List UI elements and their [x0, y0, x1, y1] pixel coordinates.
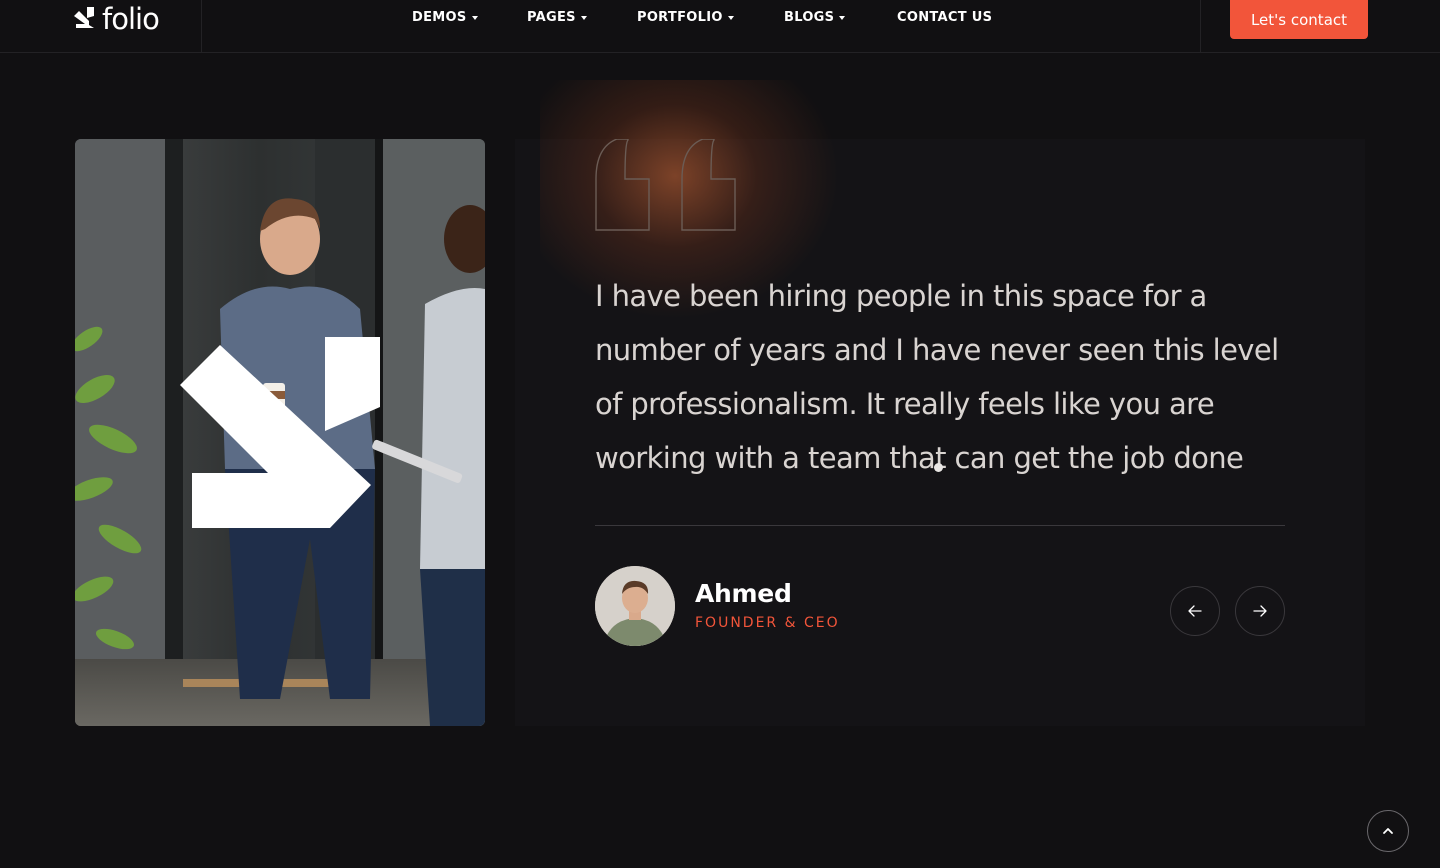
- nav-item-label: BLOGS: [784, 10, 835, 25]
- chevron-up-icon: [1383, 828, 1393, 834]
- scroll-to-top-button[interactable]: [1367, 810, 1409, 852]
- testimonial-divider: [595, 525, 1285, 526]
- author-role: FOUNDER & CEO: [695, 615, 840, 631]
- caret-down-icon: [727, 16, 734, 20]
- testimonial-quote: I have been hiring people in this space …: [595, 279, 1279, 475]
- next-testimonial-button[interactable]: [1235, 586, 1285, 636]
- nav-item-blogs[interactable]: BLOGS: [784, 10, 846, 25]
- caret-down-icon: [471, 16, 478, 20]
- cursor-dot: [934, 463, 943, 472]
- quote-marks-icon: [595, 139, 736, 231]
- site-header: folio DEMOS PAGES PORTFOLIO BLOGS CONTAC…: [0, 0, 1440, 53]
- testimonial-photo: [75, 139, 485, 726]
- caret-down-icon: [839, 16, 846, 20]
- caret-down-icon: [580, 16, 587, 20]
- nav-item-label: PAGES: [527, 10, 576, 25]
- arrow-right-icon: [1253, 605, 1267, 617]
- header-divider: [201, 0, 202, 53]
- nav-item-label: CONTACT US: [897, 10, 993, 25]
- nav-item-label: DEMOS: [412, 10, 467, 25]
- avatar-portrait: [595, 566, 675, 646]
- avatar: [595, 566, 675, 646]
- nav-item-contact-us[interactable]: CONTACT US: [897, 10, 992, 25]
- office-photo-illustration: [75, 139, 485, 726]
- brand-name: folio: [102, 2, 160, 36]
- brand-logo[interactable]: folio: [72, 2, 160, 36]
- nav-item-label: PORTFOLIO: [637, 10, 723, 25]
- header-divider: [1200, 0, 1201, 53]
- logo-mark-icon: [74, 7, 94, 28]
- lets-contact-button[interactable]: Let's contact: [1230, 0, 1368, 39]
- nav-item-pages[interactable]: PAGES: [527, 10, 587, 25]
- nav-item-demos[interactable]: DEMOS: [412, 10, 478, 25]
- author-name: Ahmed: [695, 579, 792, 608]
- previous-testimonial-button[interactable]: [1170, 586, 1220, 636]
- nav-item-portfolio[interactable]: PORTFOLIO: [637, 10, 734, 25]
- arrow-left-icon: [1188, 605, 1202, 617]
- page: folio DEMOS PAGES PORTFOLIO BLOGS CONTAC…: [0, 0, 1440, 868]
